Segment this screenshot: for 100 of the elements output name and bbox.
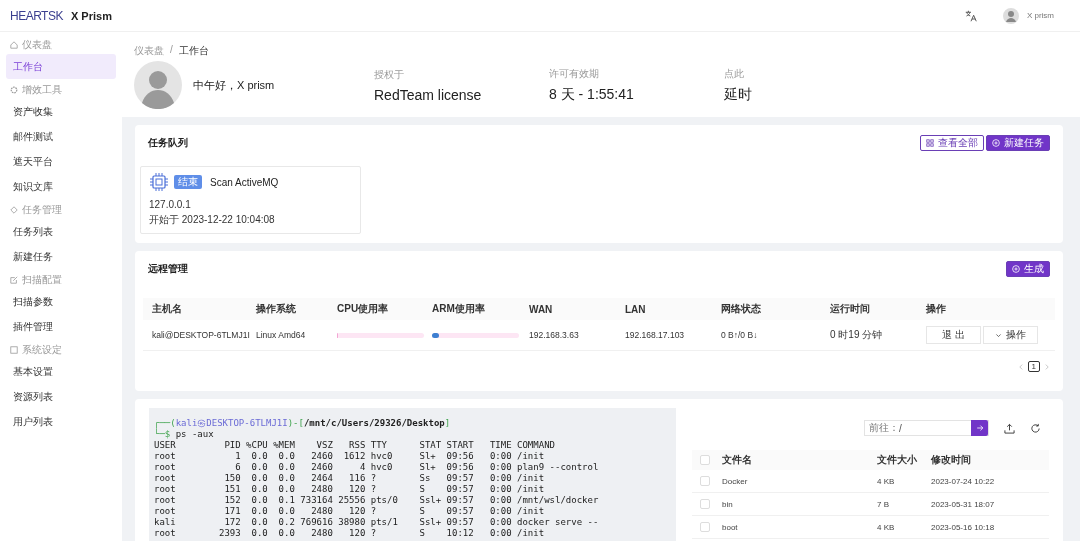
terminal-output-line: root 152 0.0 0.1 733164 25556 pts/0 Ssl+ 09:57 0:00 /mnt/wsl/docker	[154, 495, 600, 506]
card-title: 远程管理	[148, 262, 188, 276]
gear-icon	[10, 86, 18, 94]
terminal-command-line: └─$ ps -aux	[154, 429, 215, 440]
table-cell-text: 2023-05-16 10:18	[931, 522, 996, 532]
table-cell-text: 7 B	[877, 499, 890, 509]
home-icon	[10, 41, 18, 49]
app-title: X Prism	[70, 9, 112, 22]
sidebar-group-label: 任务管理	[22, 203, 62, 217]
column-header: CPU使用率	[337, 302, 390, 316]
terminal-output-line: root 1 0.0 0.0 2460 1612 hvc0 Sl+ 09:56 0:00 /init	[154, 451, 546, 462]
column-header: 主机名	[152, 302, 183, 316]
stat-label: 授权于	[374, 67, 405, 82]
go-button[interactable]	[971, 420, 988, 436]
sidebar-item[interactable]: 新建任务	[6, 244, 116, 269]
greeting: 中午好，X prism	[193, 77, 276, 93]
table-cell-text: Docker	[722, 476, 749, 486]
sidebar-item[interactable]: 资源列表	[6, 384, 116, 409]
terminal-output-line: kali 172 0.0 0.2 769616 38980 pts/1 Ssl+ 09:57 0:00 docker serve --	[154, 517, 600, 528]
terminal-prompt-line: ┌──(kali㉿DESKTOP-6TLMJ1I)-[/mnt/c/Users/29326/Desktop]	[154, 418, 452, 428]
terminal-output-line: root 150 0.0 0.0 2464 116 ? Ss 09:57 0:00 /init	[154, 473, 546, 484]
table-cell-text: bin	[722, 499, 734, 509]
terminal-output-line: root 6 0.0 0.0 2460 4 hvc0 Sl+ 09:56 0:00 plan9 --control	[154, 462, 600, 473]
row-checkbox[interactable]	[700, 522, 710, 532]
stat-label: 许可有效期	[549, 66, 600, 81]
task-name: Scan ActiveMQ	[210, 176, 279, 188]
task-host: 127.0.0.1	[149, 199, 192, 210]
row-checkbox[interactable]	[700, 499, 710, 509]
sidebar-group-label: 仪表盘	[22, 38, 52, 52]
sidebar-group-label: 增效工具	[22, 83, 62, 97]
terminal-output-line: USER PID %CPU %MEM VSZ RSS TTY STAT START TIME COMMAND	[154, 440, 556, 451]
arrow-right-icon	[975, 424, 984, 432]
table-cell-text: 0 时19 分钟	[830, 328, 884, 342]
goto-label: 前往：	[869, 421, 899, 435]
page-number[interactable]: 1	[1027, 361, 1040, 372]
status-tag: 结束	[174, 175, 202, 189]
panel-icon	[10, 346, 18, 354]
column-header: 文件大小	[877, 453, 918, 467]
table-cell-text: kali@DESKTOP-6TLMJ1I	[152, 330, 251, 340]
sidebar-item[interactable]: 扫描参数	[6, 289, 116, 314]
table-cell-text: 192.168.17.103	[625, 330, 686, 340]
terminal-output-line: root 151 0.0 0.0 2480 120 ? S 09:57 0:00 /init	[154, 484, 546, 495]
next-page-icon[interactable]	[1043, 362, 1051, 371]
breadcrumb-item: 工作台	[178, 44, 209, 58]
table-cell-text: boot	[722, 522, 739, 532]
grid-icon	[926, 139, 934, 147]
plus-circle-icon	[992, 139, 1000, 147]
table-cell-text: 4 KB	[877, 476, 896, 486]
generate-button[interactable]: 生成	[1006, 261, 1050, 277]
chevron-down-icon	[995, 331, 1002, 339]
breadcrumb-separator: /	[169, 44, 174, 57]
column-header: WAN	[529, 303, 554, 315]
view-all-button[interactable]: 查看全部	[920, 135, 984, 151]
plus-circle-icon	[1012, 265, 1020, 273]
exit-button[interactable]: 退 出	[926, 326, 981, 344]
column-header: 操作系统	[256, 302, 297, 316]
path-input[interactable]: /	[899, 422, 971, 434]
column-header: LAN	[625, 303, 647, 315]
sidebar-item[interactable]: 工作台	[6, 54, 116, 79]
table-cell-text: 2023-05-31 18:07	[931, 499, 996, 509]
sidebar-item[interactable]: 任务列表	[6, 219, 116, 244]
stat-value: 延时	[724, 85, 753, 104]
sidebar-item[interactable]: 基本设置	[6, 359, 116, 384]
row-checkbox[interactable]	[700, 476, 710, 486]
actions-dropdown[interactable]: 操作	[983, 326, 1038, 344]
sidebar-item[interactable]: 遮天平台	[6, 149, 116, 174]
chip-icon	[149, 172, 169, 192]
select-all-checkbox[interactable]	[700, 455, 710, 465]
terminal-output-line: root 171 0.0 0.0 2480 120 ? S 09:57 0:00 /init	[154, 506, 546, 517]
sidebar-group-label: 系统设定	[22, 343, 62, 357]
prev-page-icon[interactable]	[1016, 362, 1025, 371]
goto-path-field[interactable]: 前往：/	[864, 420, 989, 436]
task-card[interactable]: 结束 Scan ActiveMQ 127.0.0.1 开始于 2023-12-22 10:04:08	[140, 166, 361, 234]
column-header: 修改时间	[931, 453, 972, 467]
sidebar-item[interactable]: 资产收集	[6, 99, 116, 124]
refresh-icon[interactable]	[1030, 422, 1041, 434]
avatar-icon	[134, 61, 182, 109]
table-cell-text: 0 B↑/0 B↓	[721, 330, 759, 340]
sidebar-item[interactable]: 邮件测试	[6, 124, 116, 149]
new-task-button[interactable]: 新建任务	[986, 135, 1050, 151]
sidebar-item[interactable]: 插件管理	[6, 314, 116, 339]
translate-icon[interactable]	[964, 9, 977, 22]
table-cell-text: Linux Amd64	[256, 330, 307, 340]
table-cell-text: 192.168.3.63	[529, 330, 580, 340]
column-header: 运行时间	[830, 302, 871, 316]
stat-value: RedTeam license	[374, 86, 483, 103]
table-cell-text: 4 KB	[877, 522, 896, 532]
user-avatar-icon[interactable]	[1002, 7, 1019, 24]
logo: HEARTSK	[10, 8, 63, 23]
sidebar-item[interactable]: 知识文库	[6, 174, 116, 199]
column-header: ARM使用率	[432, 302, 486, 316]
stat-value: 8 天 - 1:55:41	[549, 85, 635, 104]
upload-icon[interactable]	[1004, 422, 1015, 434]
column-header: 网络状态	[721, 302, 762, 316]
stat-label: 点此	[724, 66, 745, 81]
column-header: 操作	[926, 302, 947, 316]
column-header: 文件名	[722, 453, 753, 467]
table-cell-text: 2023-07-24 10:22	[931, 476, 996, 486]
diamond-icon	[10, 206, 18, 214]
sidebar-item[interactable]: 用户列表	[6, 409, 116, 434]
